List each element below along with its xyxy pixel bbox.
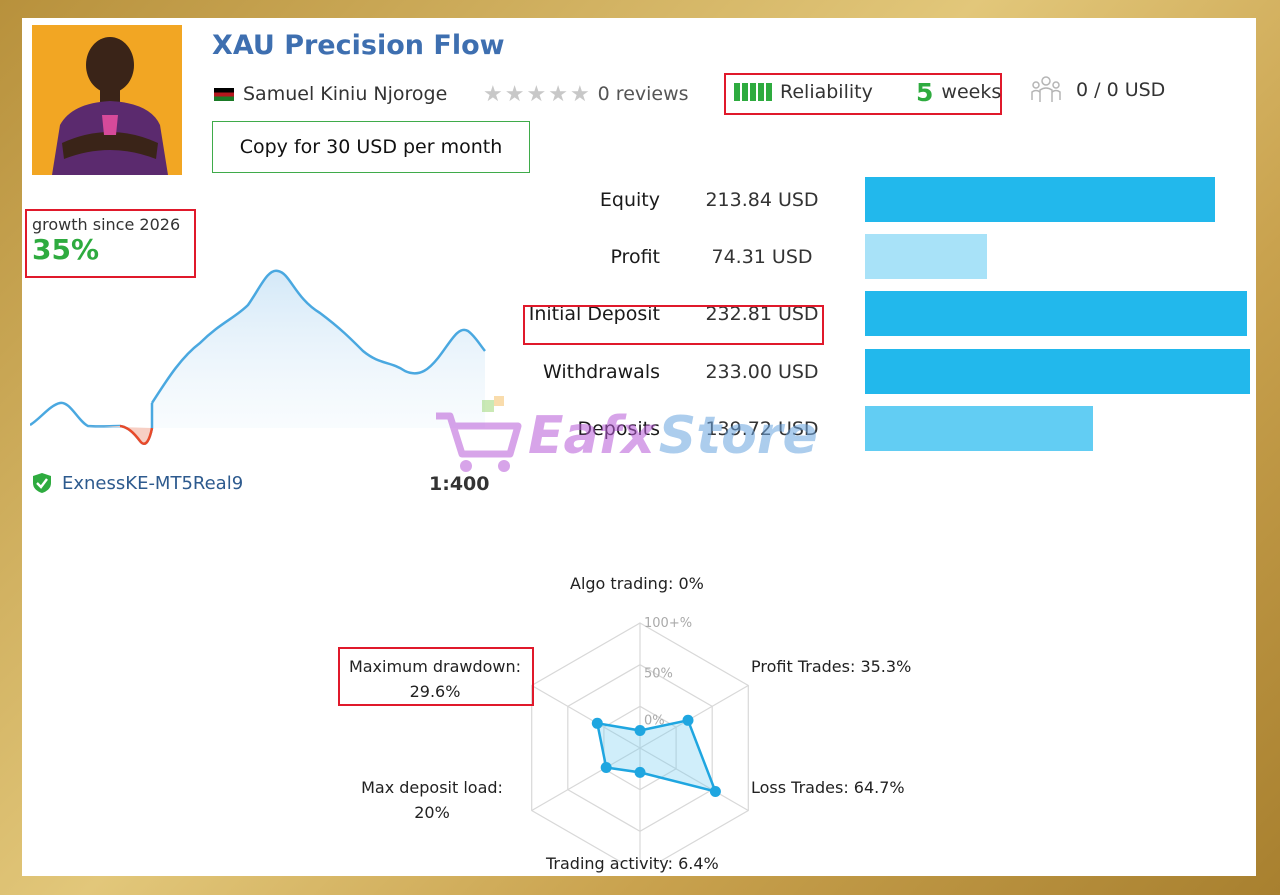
radar-axis-label: Algo trading: 0% <box>570 571 704 596</box>
radar-axis-label-line: Max deposit load: <box>361 778 503 797</box>
leverage: 1:400 <box>429 473 490 495</box>
reliability-weeks: 5 weeks <box>916 77 1002 107</box>
radar-scale-label: 100+% <box>644 616 692 631</box>
server-name: ExnessKE-MT5Real9 <box>62 472 244 494</box>
rating[interactable]: ★ ★ ★ ★ ★ 0 reviews <box>483 81 689 107</box>
radar-axis-label: Trading activity: 6.4% <box>546 851 719 876</box>
star-icon: ★ <box>483 81 503 107</box>
radar-axis-label-line: Loss Trades: 64.7% <box>751 778 905 797</box>
signal-card: XAU Precision Flow Samuel Kiniu Njoroge … <box>22 18 1256 876</box>
reliability[interactable]: Reliability <box>734 79 873 105</box>
watermark: Eafx Store <box>432 396 818 476</box>
growth-negative-area <box>88 426 152 444</box>
radar-data-point <box>634 725 646 736</box>
radar-axis-label: Loss Trades: 64.7% <box>751 775 905 800</box>
stat-bar[interactable] <box>865 349 1250 394</box>
radar-data-point <box>709 786 721 797</box>
radar-chart: 100+%50%0% <box>531 616 749 863</box>
radar-axis-label: Max deposit load: 20% <box>337 775 527 825</box>
reliability-label: Reliability <box>780 81 873 103</box>
subscribers-value: 0 / 0 USD <box>1076 79 1166 101</box>
star-icon: ★ <box>569 81 590 107</box>
shopping-cart-icon <box>436 396 522 472</box>
watermark-part2: Store <box>658 406 818 466</box>
server-link[interactable]: ExnessKE-MT5Real9 <box>32 472 243 494</box>
radar-scale-label: 50% <box>644 667 673 682</box>
stat-label: Profit <box>610 246 660 268</box>
weeks-number: 5 <box>916 77 934 107</box>
author-name: Samuel Kiniu Njoroge <box>243 83 448 105</box>
stat-bar[interactable] <box>865 406 1093 451</box>
initial-deposit-highlight <box>523 305 824 345</box>
stat-label: Equity <box>599 189 660 211</box>
weeks-label: weeks <box>941 81 1002 103</box>
stat-value: 213.84 USD <box>705 189 819 211</box>
verified-shield-icon <box>33 473 51 493</box>
stat-value: 74.31 USD <box>711 246 813 268</box>
radar-axis-label-line: Profit Trades: 35.3% <box>751 657 912 676</box>
signal-title[interactable]: XAU Precision Flow <box>212 30 505 61</box>
radar-axis-label-line: Maximum drawdown: <box>348 657 522 676</box>
radar-data-point <box>682 714 694 726</box>
stat-bar[interactable] <box>865 177 1215 222</box>
star-icon: ★ <box>504 81 525 107</box>
author-avatar[interactable] <box>32 25 182 175</box>
watermark-part1: Eafx <box>528 406 655 466</box>
copy-button[interactable]: Copy for 30 USD per month <box>212 121 530 173</box>
growth-chart[interactable] <box>30 243 490 458</box>
subscribers: 0 / 0 USD <box>1030 76 1166 103</box>
stat-bar[interactable] <box>865 291 1247 336</box>
radar-data-point <box>591 717 603 729</box>
radar-axis-label-line: 29.6% <box>409 682 461 701</box>
avatar-portrait-icon <box>32 25 182 175</box>
stat-value: 233.00 USD <box>705 361 819 383</box>
subscribers-icon <box>1031 76 1061 102</box>
growth-label: growth since 2026 <box>32 215 181 234</box>
author-link[interactable]: Samuel Kiniu Njoroge <box>214 81 447 107</box>
star-icon: ★ <box>548 81 568 107</box>
radar-data-point <box>634 766 646 778</box>
stat-label: Withdrawals <box>542 361 660 383</box>
radar-axis-label-line: Trading activity: 6.4% <box>546 854 719 873</box>
radar-axis-label: Profit Trades: 35.3% <box>751 654 911 679</box>
radar-axis-label-line: Algo trading: 0% <box>570 574 704 593</box>
reviews-count: 0 reviews <box>597 83 689 105</box>
radar-data-point <box>600 762 612 773</box>
radar-axis-label-line: 20% <box>414 803 450 822</box>
star-icon: ★ <box>526 81 547 107</box>
reliability-bars-icon <box>734 83 772 101</box>
kenya-flag-icon <box>214 87 234 101</box>
radar-axis-label: Maximum drawdown: 29.6% <box>340 654 530 704</box>
stat-bar[interactable] <box>865 234 987 279</box>
